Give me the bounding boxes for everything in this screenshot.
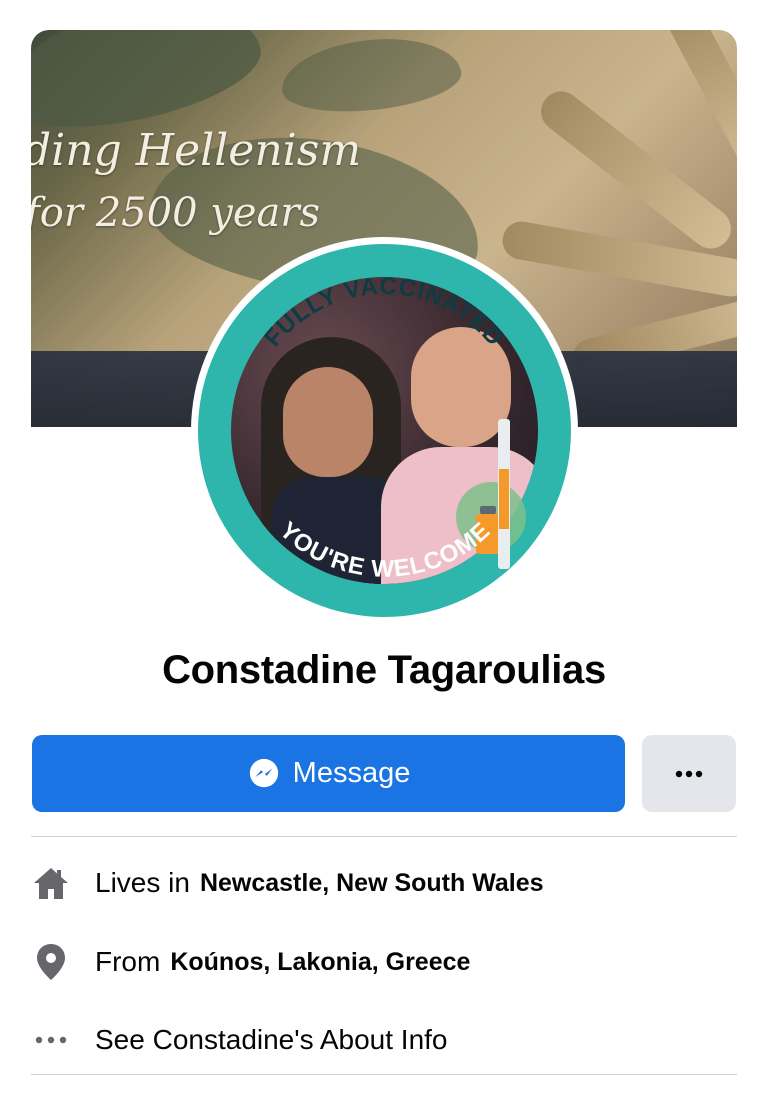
see-about-label: See Constadine's About Info xyxy=(95,1024,448,1055)
message-button-label: Message xyxy=(292,757,411,789)
svg-text:FULLY VACCINATED: FULLY VACCINATED xyxy=(259,273,508,352)
avatar-frame: FULLY VACCINATED YOU'RE WELCOME xyxy=(198,244,571,617)
intro-see-about[interactable]: See Constadine's About Info xyxy=(31,1015,737,1065)
intro-from: From Koúnos, Lakonia, Greece xyxy=(31,937,737,987)
more-options-button[interactable] xyxy=(642,735,736,812)
from-prefix: From xyxy=(95,946,161,977)
cover-caption: ding Hellenism for 2500 years xyxy=(31,120,361,244)
profile-name: Constadine Tagaroulias xyxy=(162,648,606,692)
home-icon xyxy=(31,863,71,903)
cover-caption-line-2: for 2500 years xyxy=(31,190,320,236)
more-dots-icon xyxy=(675,770,703,777)
frame-bottom-text: YOU'RE WELCOME xyxy=(274,517,495,583)
divider xyxy=(31,1074,737,1075)
cover-caption-line-1: ding Hellenism xyxy=(31,125,362,176)
frame-top-text: FULLY VACCINATED xyxy=(259,273,507,352)
cover-ray-decoration xyxy=(662,30,737,176)
cover-leaf-decoration xyxy=(277,30,465,120)
lives-in-prefix: Lives in xyxy=(95,867,190,898)
from-place-link[interactable]: Koúnos, Lakonia, Greece xyxy=(170,948,470,977)
message-button[interactable]: Message xyxy=(32,735,625,812)
profile-picture[interactable]: FULLY VACCINATED YOU'RE WELCOME xyxy=(191,237,578,624)
location-pin-icon xyxy=(31,942,71,982)
frame-text-ring: FULLY VACCINATED YOU'RE WELCOME xyxy=(259,273,508,583)
more-dots-icon xyxy=(31,1020,71,1060)
messenger-icon xyxy=(249,758,278,787)
divider xyxy=(31,836,737,837)
intro-lives-in: Lives in Newcastle, New South Wales xyxy=(31,858,737,908)
lives-in-place-link[interactable]: Newcastle, New South Wales xyxy=(200,869,544,898)
svg-text:YOU'RE WELCOME: YOU'RE WELCOME xyxy=(274,517,496,583)
